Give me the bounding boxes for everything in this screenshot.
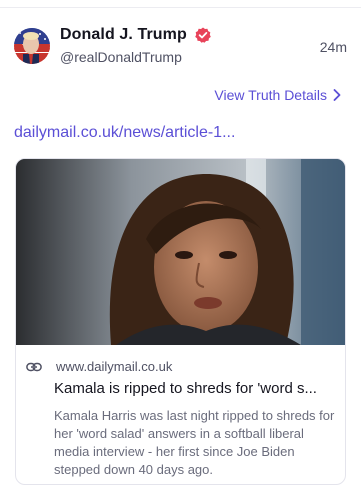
post-header: Donald J. Trump @realDonaldTrump 24m xyxy=(0,18,361,74)
link-preview-card[interactable]: www.dailymail.co.uk Kamala is ripped to … xyxy=(15,158,346,485)
author-info: Donald J. Trump @realDonaldTrump xyxy=(60,26,212,65)
article-description: Kamala Harris was last night ripped to s… xyxy=(54,408,335,477)
source-domain: www.dailymail.co.uk xyxy=(56,359,173,374)
card-body: www.dailymail.co.uk Kamala is ripped to … xyxy=(16,345,345,484)
avatar[interactable] xyxy=(14,28,50,64)
article-image[interactable] xyxy=(16,159,345,345)
article-title[interactable]: Kamala is ripped to shreds for 'word s..… xyxy=(54,380,344,397)
user-handle[interactable]: @realDonaldTrump xyxy=(60,49,211,65)
post-timestamp: 24m xyxy=(319,39,347,55)
view-details-label: View Truth Details xyxy=(214,87,327,103)
chevron-right-icon xyxy=(333,89,341,101)
view-details-link[interactable]: View Truth Details xyxy=(214,87,341,103)
link-icon xyxy=(26,362,42,371)
display-name[interactable]: Donald J. Trump xyxy=(60,26,187,44)
top-divider xyxy=(0,0,361,8)
source-row: www.dailymail.co.uk xyxy=(26,359,172,374)
verified-badge-icon xyxy=(195,27,212,43)
article-link[interactable]: dailymail.co.uk/news/article-1... xyxy=(14,124,235,142)
